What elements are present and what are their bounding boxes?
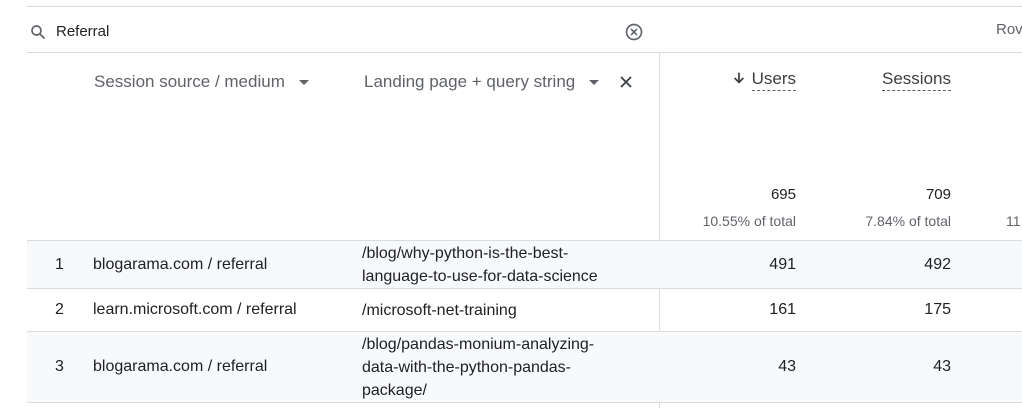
- row-index: 3: [55, 358, 64, 375]
- sessions-cell: 492: [924, 256, 951, 273]
- users-cell: 161: [769, 301, 796, 318]
- sessions-cell: 43: [933, 358, 951, 375]
- landing-page-line: package/: [362, 382, 427, 399]
- search-icon: [31, 25, 45, 39]
- metric-header-label: Users: [751, 69, 796, 91]
- metric-header-sessions[interactable]: Sessions: [882, 69, 951, 91]
- metric-header-label: Sessions: [882, 69, 951, 91]
- landing-page-line: /blog/why-python-is-the-best-: [362, 245, 569, 262]
- landing-page-cell: /blog/pandas-monium-analyzing- data-with…: [362, 333, 642, 402]
- sessions-cell: 175: [924, 301, 951, 318]
- source-medium-cell: blogarama.com / referral: [93, 256, 268, 273]
- landing-page-line: data-with-the-python-pandas-: [362, 359, 572, 376]
- dimension-header-label: Landing page + query string: [364, 72, 576, 91]
- clear-icon[interactable]: [624, 22, 644, 42]
- dimension-header-label: Session source / medium: [94, 72, 285, 91]
- landing-page-cell: /microsoft-net-training: [362, 299, 642, 322]
- row-index: 2: [55, 301, 64, 318]
- row-divider: [27, 288, 1022, 289]
- users-cell: 491: [769, 256, 796, 273]
- row-index: 1: [55, 256, 64, 273]
- dimension-header-landing-page[interactable]: Landing page + query string: [364, 72, 600, 92]
- chevron-down-icon[interactable]: [589, 79, 600, 85]
- total-sessions-percent: 7.84% of total: [865, 213, 951, 229]
- top-border: [27, 6, 1022, 7]
- users-cell: 43: [778, 358, 796, 375]
- arrow-down-icon: [733, 72, 744, 84]
- landing-page-line: /blog/pandas-monium-analyzing-: [362, 336, 595, 353]
- landing-page-line: language-to-use-for-data-science: [362, 268, 598, 285]
- search-divider: [27, 52, 1022, 53]
- dimension-header-source-medium[interactable]: Session source / medium: [94, 72, 309, 92]
- row-divider: [27, 402, 1022, 403]
- landing-page-line: /microsoft-net-training: [362, 302, 517, 319]
- total-next-column-percent: 11: [1006, 213, 1021, 229]
- source-medium-cell: blogarama.com / referral: [93, 358, 268, 375]
- source-medium-cell: learn.microsoft.com / referral: [93, 301, 297, 318]
- metric-header-users[interactable]: Users: [732, 69, 796, 91]
- total-users-percent: 10.55% of total: [702, 213, 796, 229]
- search-input[interactable]: [56, 18, 596, 44]
- chevron-down-icon[interactable]: [298, 79, 309, 85]
- total-users: 695: [770, 186, 796, 203]
- total-sessions: 709: [925, 186, 951, 203]
- rows-per-page-label: Rov: [996, 21, 1022, 38]
- landing-page-cell: /blog/why-python-is-the-best- language-t…: [362, 242, 642, 288]
- row-divider: [27, 240, 1022, 241]
- close-icon[interactable]: [616, 72, 636, 92]
